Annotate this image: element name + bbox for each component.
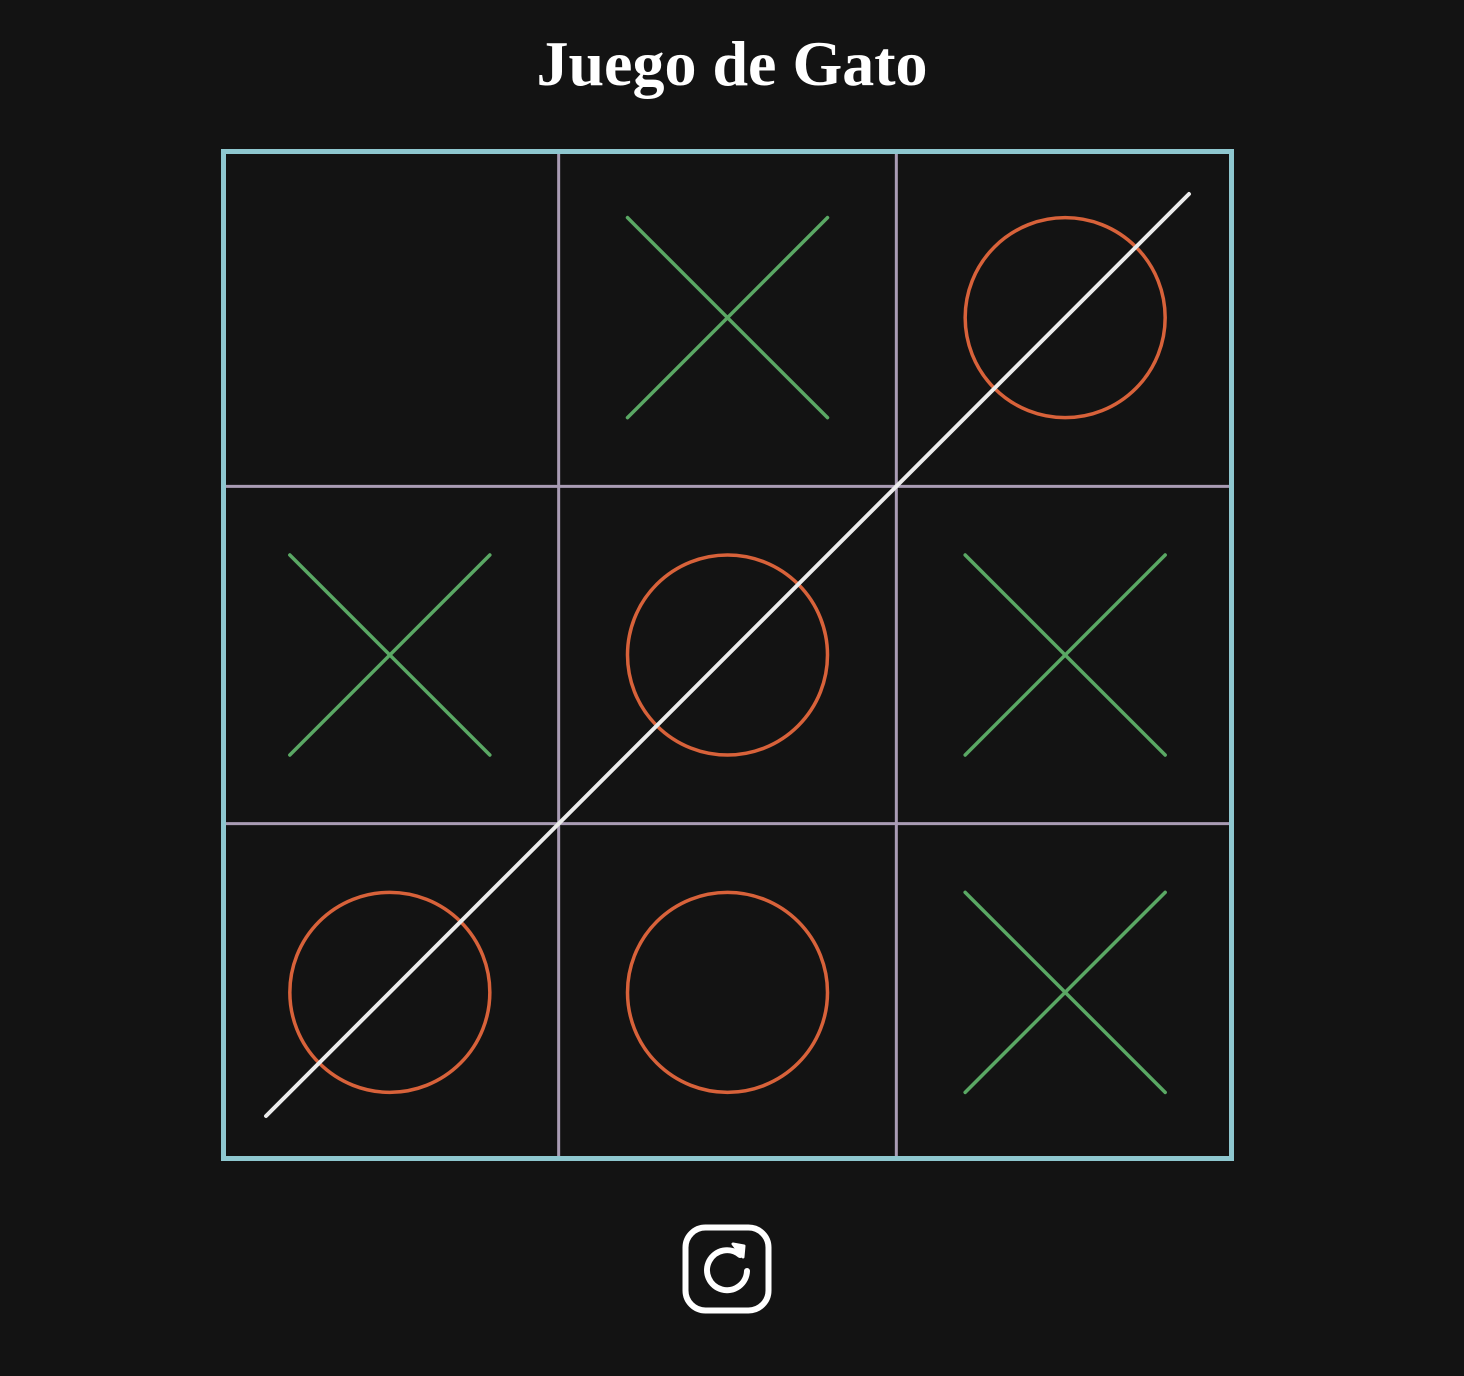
- reset-button[interactable]: [682, 1224, 772, 1314]
- board-cell-1[interactable]: [221, 149, 559, 487]
- restart-icon: [682, 1224, 772, 1314]
- board-canvas: [221, 149, 1234, 1161]
- game-page: Juego de Gato: [0, 0, 1464, 1376]
- game-board: [221, 149, 1234, 1161]
- board-cell-8[interactable]: [558, 823, 897, 1161]
- page-title: Juego de Gato: [536, 28, 928, 99]
